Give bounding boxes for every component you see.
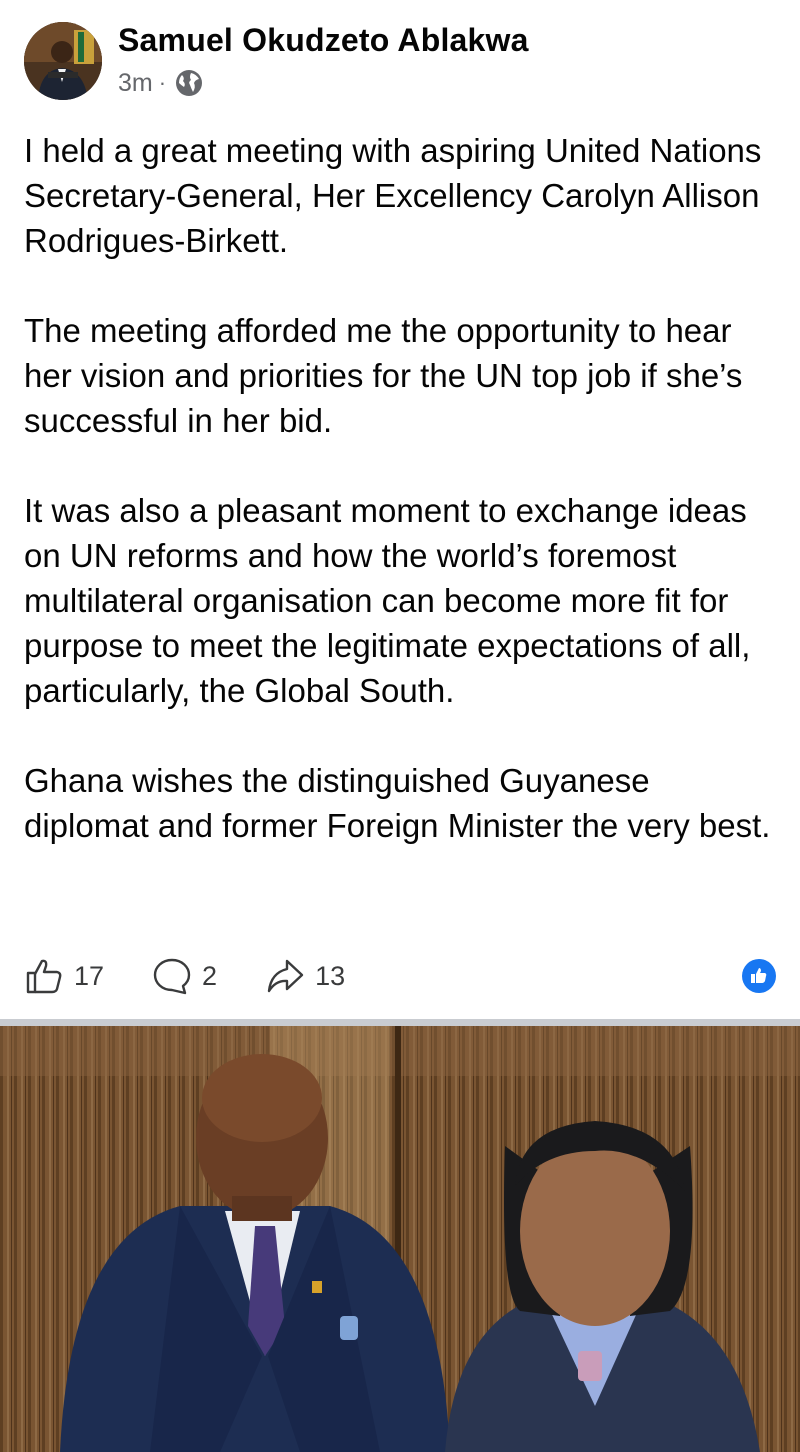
- post-photo[interactable]: [0, 1026, 800, 1452]
- share-arrow-icon: [267, 959, 304, 993]
- avatar[interactable]: [24, 22, 102, 100]
- like-button[interactable]: 17: [24, 956, 104, 996]
- post-header: Samuel Okudzeto Ablakwa 3m ·: [24, 22, 780, 102]
- share-button[interactable]: 13: [265, 956, 345, 996]
- section-divider: [0, 1019, 800, 1026]
- like-reaction-icon[interactable]: [742, 959, 776, 993]
- post-text: I held a great meeting with aspiring Uni…: [24, 128, 780, 893]
- action-bar: 17 2 13: [24, 952, 776, 1000]
- author-name[interactable]: Samuel Okudzeto Ablakwa: [118, 22, 529, 59]
- post-paragraph: The meeting afforded me the opportunity …: [24, 312, 743, 439]
- post-meta: 3m ·: [118, 66, 204, 100]
- post-paragraph: Ghana wishes the distinguished Guyanese …: [24, 762, 771, 844]
- comment-button[interactable]: 2: [152, 956, 217, 996]
- like-count: 17: [74, 960, 105, 991]
- post-paragraph: I held a great meeting with aspiring Uni…: [24, 132, 762, 259]
- post-paragraph: It was also a pleasant moment to exchang…: [24, 492, 751, 709]
- globe-icon[interactable]: [174, 68, 204, 98]
- meta-separator: ·: [158, 70, 167, 95]
- post-time[interactable]: 3m: [118, 69, 153, 98]
- thumbs-up-icon: [26, 959, 62, 994]
- comment-bubble-icon: [153, 958, 191, 995]
- comment-count: 2: [202, 960, 218, 991]
- facebook-post: Samuel Okudzeto Ablakwa 3m · I held a gr…: [0, 0, 800, 1452]
- share-count: 13: [315, 960, 346, 991]
